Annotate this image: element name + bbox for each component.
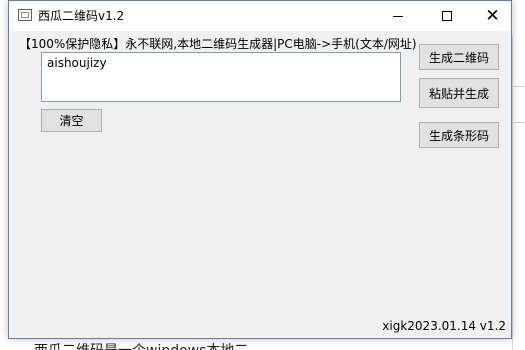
generate-barcode-button[interactable]: 生成条形码 [419, 122, 499, 148]
title-bar[interactable]: 西瓜二维码v1.2 ✕ [9, 1, 511, 31]
app-window-icon [18, 9, 32, 21]
text-input-area[interactable]: aishoujizy [41, 52, 401, 102]
close-button[interactable]: ✕ [470, 1, 515, 31]
version-label: xigk2023.01.14 v1.2 [382, 319, 506, 333]
generate-qr-button[interactable]: 生成二维码 [419, 44, 499, 70]
background-window-edge [512, 36, 525, 350]
minimize-icon [392, 15, 403, 17]
minimize-button[interactable] [375, 1, 420, 31]
desktop: 西瓜二维码是一个windows本地二 西瓜二维码v1.2 ✕ 【100%保护隐私… [0, 0, 525, 350]
privacy-info-label: 【100%保护隐私】永不联网,本地二维码生成器|PC电脑->手机(文本/网址) [19, 37, 417, 51]
background-window-divider [512, 86, 525, 87]
background-window-divider [512, 122, 525, 123]
background-page-text: 西瓜二维码是一个windows本地二 [34, 340, 264, 350]
window-title: 西瓜二维码v1.2 [38, 9, 125, 23]
maximize-button[interactable] [424, 1, 469, 31]
clear-button[interactable]: 清空 [41, 109, 102, 132]
close-icon: ✕ [485, 5, 500, 26]
paste-and-generate-button[interactable]: 粘贴并生成 [419, 78, 499, 108]
maximize-icon [441, 11, 452, 21]
app-window: 西瓜二维码v1.2 ✕ 【100%保护隐私】永不联网,本地二维码生成器|PC电脑… [8, 0, 512, 339]
